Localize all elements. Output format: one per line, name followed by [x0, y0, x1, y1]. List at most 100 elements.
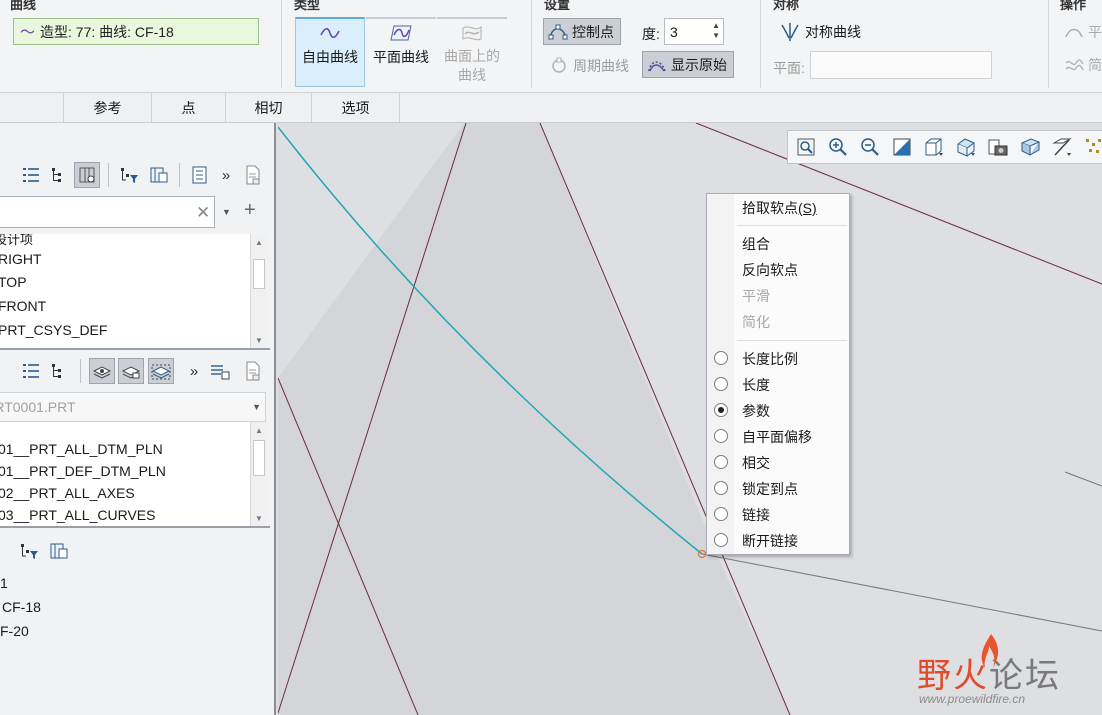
chevron-down-icon[interactable]: ▼ — [222, 207, 231, 217]
tree-item-top[interactable]: TOP — [0, 270, 250, 294]
scroll-down-icon[interactable]: ▼ — [251, 510, 267, 526]
perspective-view-icon[interactable] — [1018, 135, 1042, 159]
tree-item-right[interactable]: RIGHT — [0, 248, 250, 270]
layer-item[interactable]: 02__PRT_ALL_AXES — [0, 482, 250, 504]
flame-icon — [981, 634, 999, 668]
scroll-down-icon[interactable]: ▼ — [251, 332, 267, 348]
layer-show-icon[interactable] — [89, 358, 115, 384]
search-input[interactable] — [0, 196, 215, 228]
curve-reference-field[interactable]: 〜 造型: 77: 曲线: CF-18 — [13, 18, 259, 45]
control-point-button[interactable]: 控制点 — [543, 18, 621, 45]
scroll-up-icon[interactable]: ▲ — [251, 234, 267, 250]
zoom-in-icon[interactable] — [826, 135, 850, 159]
radio-parameter[interactable] — [714, 403, 728, 417]
layer-lock-icon[interactable] — [118, 358, 144, 384]
chevron-down-icon[interactable]: ▼ — [252, 402, 261, 412]
operation-button-2[interactable]: 简 — [1064, 55, 1102, 75]
degree-spinner[interactable]: 3 ▲ ▼ — [664, 18, 724, 45]
spinner-arrows-icon[interactable]: ▲ ▼ — [712, 21, 720, 41]
plane-field[interactable] — [810, 51, 992, 79]
tab-references[interactable]: 参考 — [63, 93, 151, 122]
zoom-out-icon[interactable] — [858, 135, 882, 159]
radio-link[interactable] — [714, 507, 728, 521]
tree-item-csys[interactable]: PRT_CSYS_DEF — [0, 318, 250, 342]
tab-options[interactable]: 选项 — [311, 93, 400, 122]
tree-item-front[interactable]: FRONT — [0, 294, 250, 318]
model-select[interactable]: PRT0001.PRT ▼ — [0, 392, 266, 422]
graphics-viewport[interactable] — [278, 123, 1102, 715]
layer-select-icon[interactable] — [148, 358, 174, 384]
list-view-icon[interactable] — [18, 162, 44, 188]
tree-expand-icon[interactable] — [44, 162, 70, 188]
menu-item-length[interactable]: 长度 — [742, 374, 770, 396]
panel-splitter[interactable] — [0, 348, 270, 350]
planar-curve-button[interactable]: 平面曲线 — [366, 17, 436, 87]
zoom-fit-icon[interactable] — [794, 135, 818, 159]
tab-tangency[interactable]: 相切 — [225, 93, 311, 122]
menu-item-unlink[interactable]: 断开链接 — [742, 530, 798, 552]
menu-item-combine[interactable]: 组合 — [742, 233, 770, 255]
operation-button-1[interactable]: 平 — [1064, 22, 1102, 42]
curve-on-surface-button[interactable]: 曲面上的曲线 — [437, 17, 507, 87]
scroll-thumb[interactable] — [253, 259, 265, 289]
periodic-curve-button[interactable]: 周期曲线 — [545, 52, 635, 79]
add-icon[interactable]: + — [244, 199, 256, 222]
radio-length[interactable] — [714, 377, 728, 391]
document-icon[interactable] — [240, 358, 266, 384]
tree-columns-icon[interactable] — [146, 162, 172, 188]
clear-icon[interactable]: ✕ — [196, 203, 210, 223]
list-view-icon[interactable] — [18, 358, 44, 384]
scroll-thumb[interactable] — [253, 440, 265, 476]
ribbon-divider — [281, 0, 282, 88]
display-style-icon[interactable] — [922, 135, 946, 159]
group-title-settings: 设置 — [544, 0, 571, 12]
tab-points[interactable]: 点 — [151, 93, 225, 122]
more-chevron-icon[interactable]: » — [181, 358, 207, 384]
more-chevron-icon[interactable]: » — [213, 162, 239, 188]
tree-filter-icon[interactable] — [116, 162, 142, 188]
scroll-up-icon[interactable]: ▲ — [251, 422, 267, 438]
panel-splitter[interactable] — [0, 526, 270, 528]
menu-item-simplify[interactable]: 简化 — [742, 311, 770, 333]
view-manager-icon[interactable] — [986, 135, 1010, 159]
layer-item[interactable]: 03__PRT_ALL_CURVES — [0, 504, 250, 526]
menu-item-intersect[interactable]: 相交 — [742, 452, 770, 474]
datum-display-icon[interactable] — [1050, 135, 1074, 159]
repaint-icon[interactable] — [890, 135, 914, 159]
menu-item-pick-soft-point[interactable]: 拾取软点(S) — [742, 197, 817, 219]
menu-item-reverse-soft-point[interactable]: 反向软点 — [742, 259, 798, 281]
feature-item-f20[interactable]: F-20 — [0, 619, 250, 643]
show-columns-icon[interactable] — [74, 162, 100, 188]
feature-item-cf18[interactable]: CF-18 — [2, 595, 250, 619]
menu-item-parameter[interactable]: 参数 — [742, 400, 770, 422]
layer-item[interactable]: 01__PRT_DEF_DTM_PLN — [0, 460, 250, 482]
radio-length-ratio[interactable] — [714, 351, 728, 365]
symmetric-curve-button[interactable]: 对称曲线 — [775, 18, 867, 45]
watermark-url: www.proewildfire.cn — [919, 692, 1026, 706]
radio-intersect[interactable] — [714, 455, 728, 469]
radio-unlink[interactable] — [714, 533, 728, 547]
menu-item-lock-to-point[interactable]: 锁定到点 — [742, 478, 798, 500]
menu-item-link[interactable]: 链接 — [742, 504, 770, 526]
menu-item-offset-from-plane[interactable]: 自平面偏移 — [742, 426, 812, 448]
saved-views-icon[interactable] — [954, 135, 978, 159]
layer-properties-icon[interactable] — [207, 358, 233, 384]
document-icon[interactable] — [240, 162, 266, 188]
menu-item-smooth[interactable]: 平滑 — [742, 285, 770, 307]
show-original-button[interactable]: 显示原始 — [642, 51, 734, 78]
free-curve-button[interactable]: 自由曲线 — [295, 17, 365, 87]
menu-item-length-ratio[interactable]: 长度比例 — [742, 348, 798, 370]
tree-expand-icon[interactable] — [44, 358, 70, 384]
layer-item[interactable]: 01__PRT_ALL_DTM_PLN — [0, 438, 250, 460]
feature-item[interactable]: 1 — [0, 571, 250, 595]
layer-scrollbar[interactable]: ▲ ▼ — [250, 422, 267, 526]
tree-filter-icon[interactable] — [16, 538, 42, 564]
settings-list-icon[interactable] — [187, 162, 213, 188]
tree-scrollbar[interactable]: ▲ ▼ — [250, 234, 267, 348]
radio-lock-to-point[interactable] — [714, 481, 728, 495]
tree-columns-icon[interactable] — [46, 538, 72, 564]
annotation-display-icon[interactable] — [1082, 135, 1102, 159]
model-select-value: PRT0001.PRT — [0, 399, 76, 415]
radio-offset-from-plane[interactable] — [714, 429, 728, 443]
tree-toolbar: » — [0, 155, 270, 195]
